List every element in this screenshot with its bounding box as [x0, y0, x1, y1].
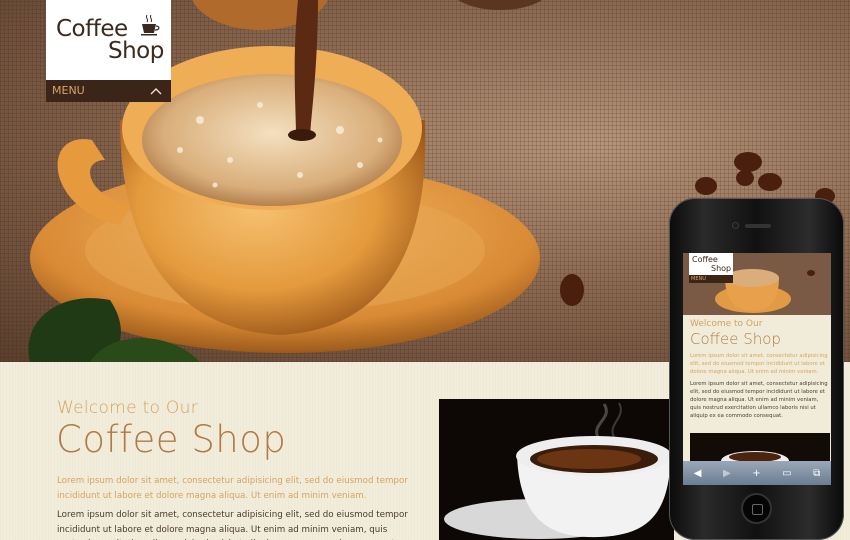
forward-arrow-icon[interactable]: ▶: [723, 468, 731, 479]
browser-toolbar: ◀ ▶ + ▭ ⧉: [683, 461, 831, 485]
mobile-hero-image: Coffee Shop MENU: [683, 253, 831, 315]
mobile-coffee-photo: [690, 433, 830, 463]
phone-screen: Coffee Shop MENU Welcome to Our Coffee S…: [683, 253, 831, 485]
lead-paragraph: Lorem ipsum dolor sit amet, consectetur …: [57, 476, 408, 501]
home-button[interactable]: [741, 493, 772, 524]
coffee-cup-icon: [141, 14, 160, 36]
menu-toggle-button[interactable]: MENU: [46, 80, 171, 102]
mobile-lead-paragraph: Lorem ipsum dolor sit amet, consectetur …: [690, 353, 828, 375]
chevron-up-icon: [149, 83, 163, 105]
page: Coffee Shop MENU Welcome to Our Coffee S…: [0, 0, 850, 540]
mobile-logo-line2: Shop: [711, 264, 732, 273]
logo-text-line2: Shop: [108, 38, 164, 64]
welcome-heading: Welcome to Our: [57, 398, 198, 418]
add-plus-icon[interactable]: +: [752, 468, 760, 479]
camera-icon: [732, 222, 739, 229]
mobile-page-title: Coffee Shop: [690, 330, 781, 348]
speaker-grille: [745, 224, 771, 228]
coffee-cup-photo: [439, 399, 674, 540]
mobile-logo-line1: Coffee: [692, 255, 718, 264]
mobile-welcome-heading: Welcome to Our: [690, 319, 763, 329]
mobile-site-logo[interactable]: Coffee Shop: [689, 253, 733, 275]
body-paragraph: Lorem ipsum dolor sit amet, consectetur …: [57, 510, 408, 540]
mobile-menu-button[interactable]: MENU: [689, 275, 733, 283]
site-logo[interactable]: Coffee Shop: [46, 0, 171, 80]
page-title: Coffee Shop: [56, 418, 287, 461]
back-arrow-icon[interactable]: ◀: [694, 468, 702, 479]
mobile-body-paragraph: Lorem ipsum dolor sit amet, consectetur …: [690, 381, 828, 419]
bookmarks-book-icon[interactable]: ▭: [782, 468, 791, 479]
tabs-pages-icon[interactable]: ⧉: [813, 468, 820, 479]
phone-mockup: Coffee Shop MENU Welcome to Our Coffee S…: [669, 198, 844, 540]
menu-label: MENU: [52, 84, 85, 97]
